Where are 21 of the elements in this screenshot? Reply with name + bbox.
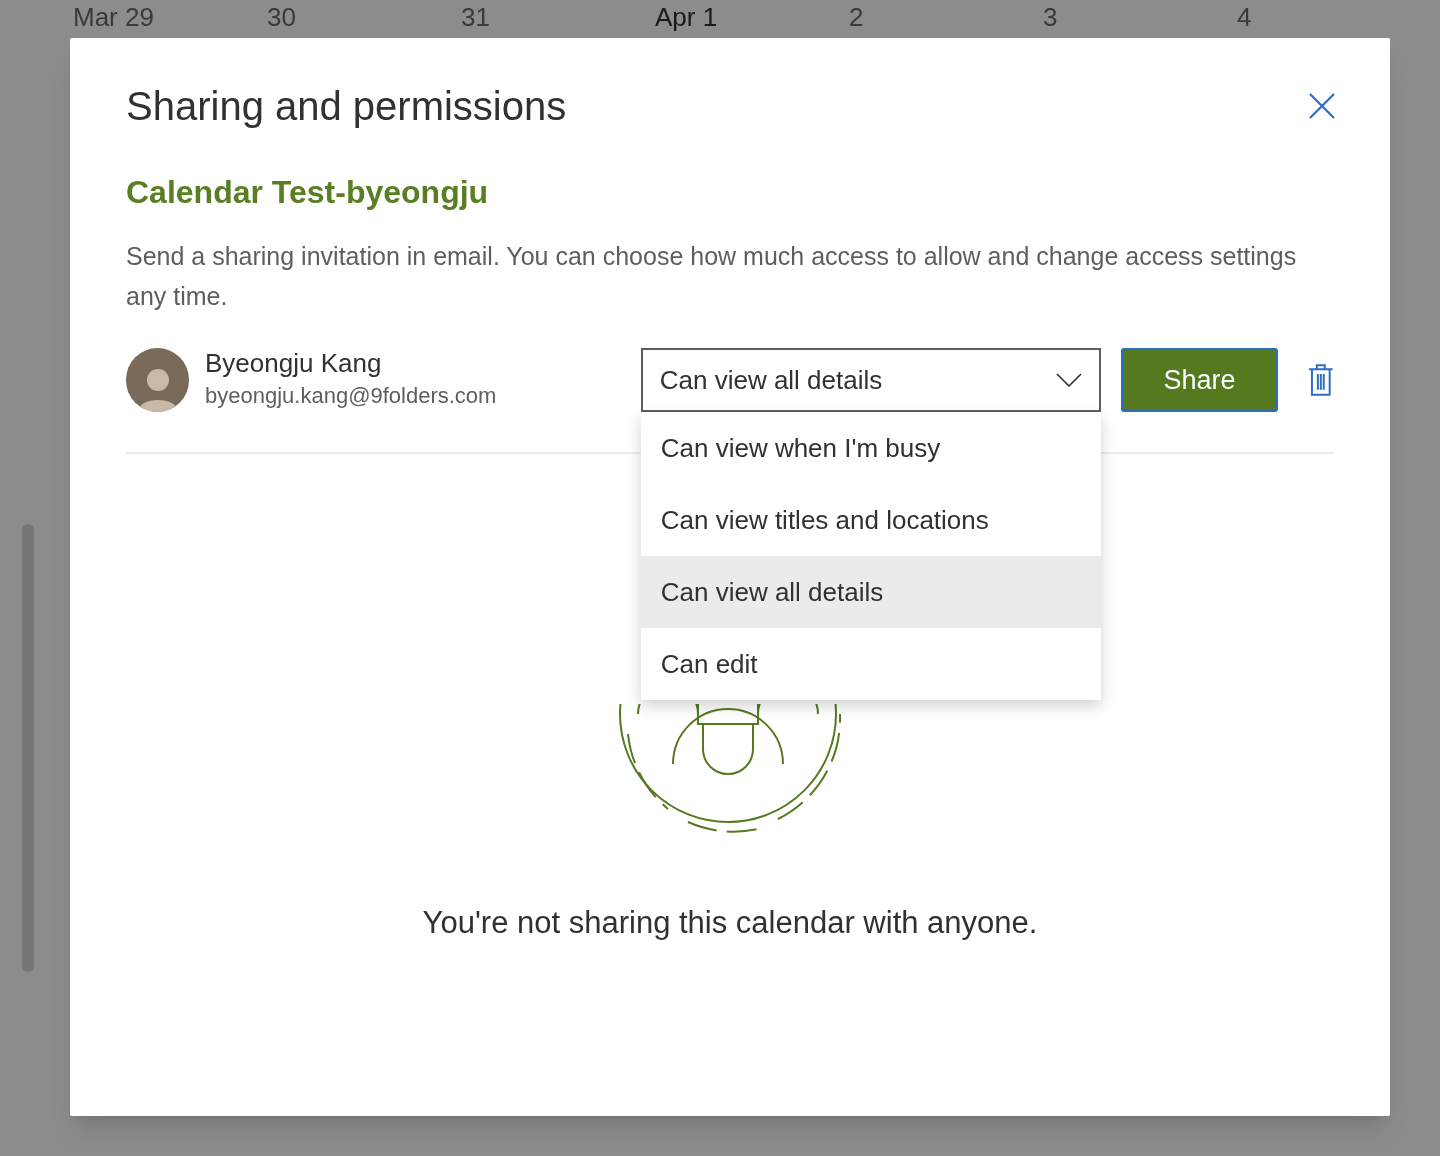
date-label: 30 — [267, 1, 297, 34]
empty-message: You're not sharing this calendar with anyone. — [422, 904, 1038, 942]
invitee-name: Byeongju Kang — [205, 347, 383, 379]
trash-icon[interactable] — [1308, 363, 1334, 397]
date-label: 4 — [1237, 1, 1253, 34]
date-label: Apr 1 — [655, 1, 719, 34]
date-label: 31 — [461, 1, 491, 34]
permission-option[interactable]: Can edit — [640, 628, 1101, 700]
permission-option[interactable]: Can view when I'm busy — [640, 412, 1101, 484]
dialog-title: Sharing and permissions — [126, 83, 567, 130]
permission-option[interactable]: Can view titles and locations — [640, 484, 1101, 556]
chevron-down-icon — [1055, 373, 1082, 387]
permission-option[interactable]: Can view all details — [640, 556, 1101, 628]
invitee-email: byeongju.kang@9folders.com — [205, 382, 498, 410]
date-label: 3 — [1043, 1, 1059, 34]
permission-dropdown[interactable]: Can view all details — [640, 348, 1101, 412]
description-text: Send a sharing invitation in email. You can choose how much access to allow and change access settings any time. — [126, 241, 1298, 312]
date-label: 2 — [849, 1, 865, 34]
date-label: Mar 29 — [73, 1, 155, 34]
share-button[interactable]: Share — [1120, 348, 1279, 412]
calendar-name: Calendar Test-byeongju — [126, 173, 490, 212]
